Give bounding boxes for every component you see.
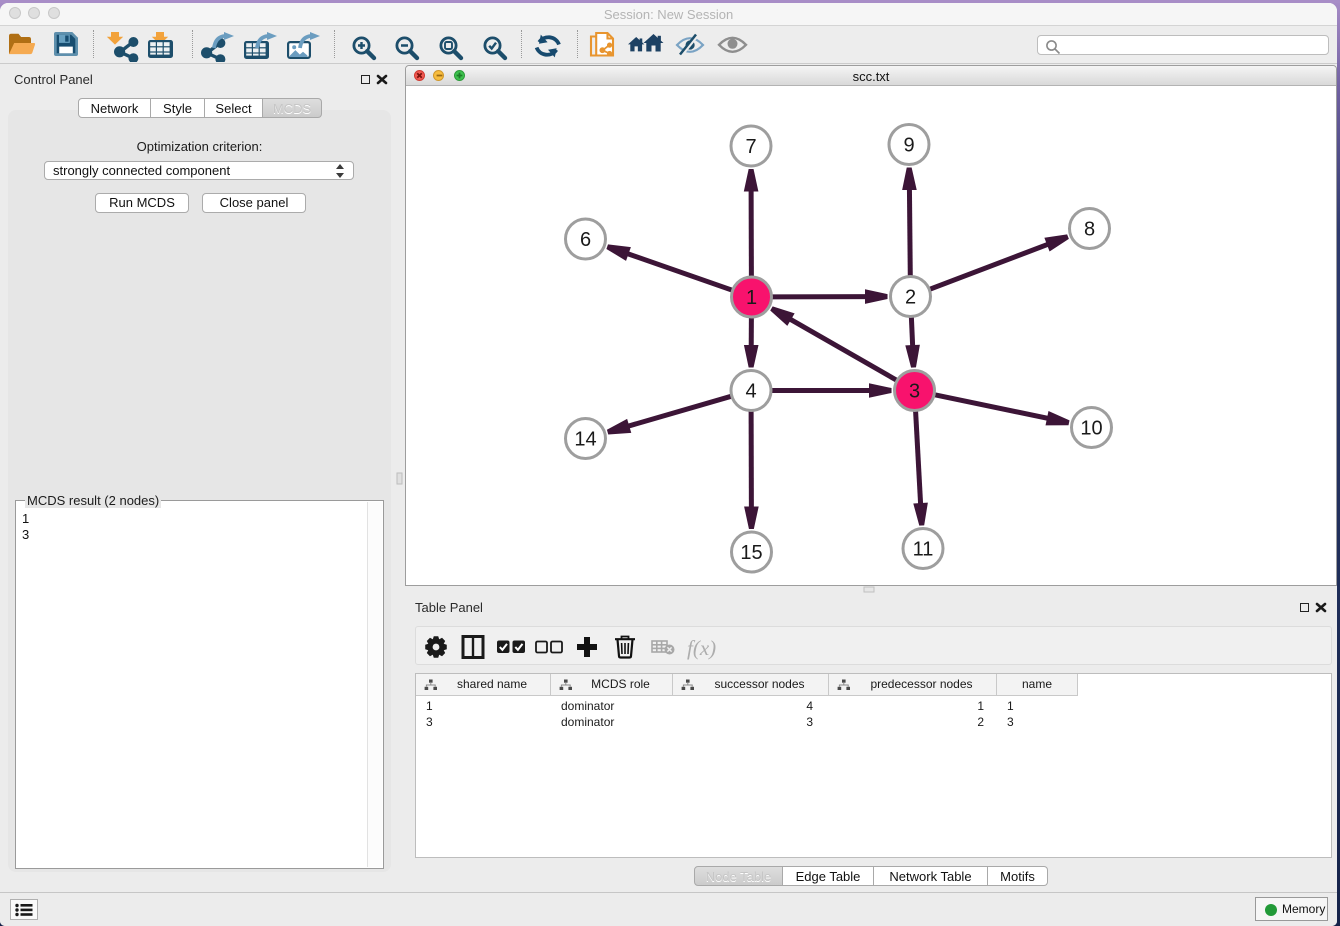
svg-text:1: 1 [746, 287, 757, 309]
svg-text:14: 14 [574, 429, 596, 451]
svg-text:8: 8 [1084, 219, 1095, 241]
svg-text:10: 10 [1080, 418, 1102, 440]
svg-text:7: 7 [745, 136, 756, 158]
svg-text:15: 15 [740, 542, 762, 564]
svg-text:9: 9 [903, 135, 914, 157]
svg-text:11: 11 [913, 539, 934, 561]
svg-text:6: 6 [580, 229, 591, 251]
svg-text:4: 4 [745, 381, 756, 403]
svg-text:2: 2 [905, 287, 916, 309]
svg-text:3: 3 [909, 381, 920, 403]
